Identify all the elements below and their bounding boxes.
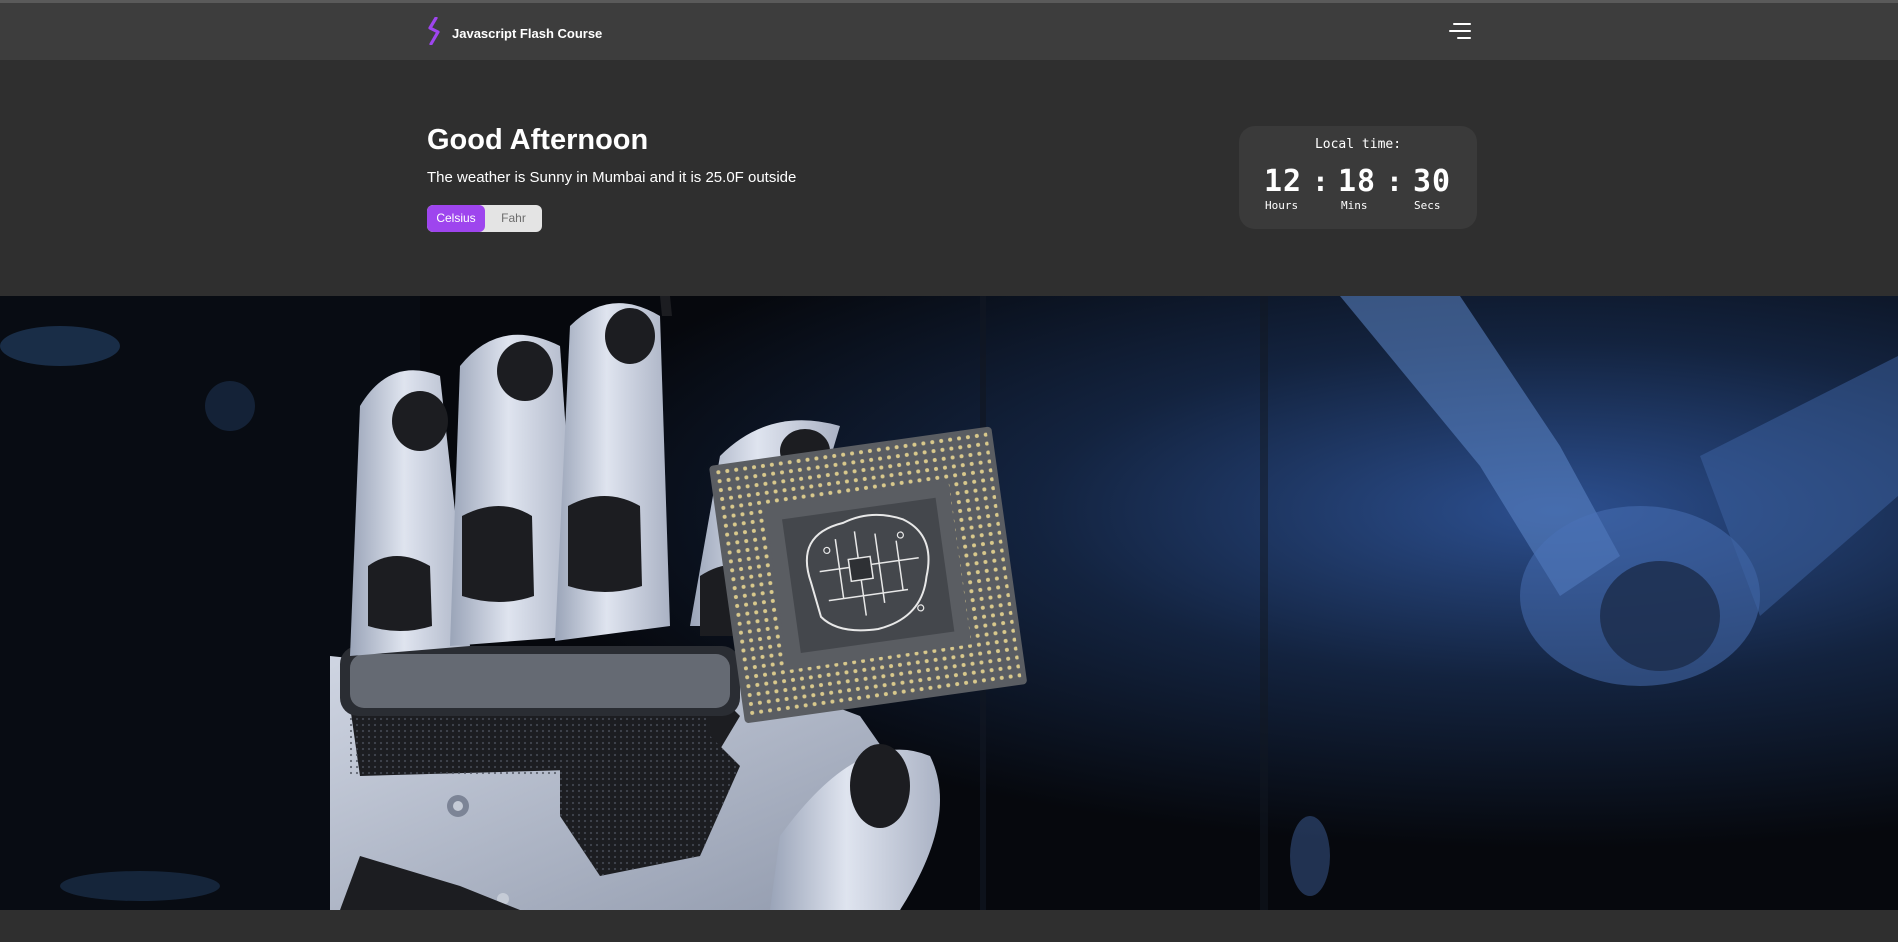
temperature-unit-toggle[interactable]: Celsius Fahr <box>427 205 542 232</box>
clock-minutes-label: Mins <box>1341 199 1368 212</box>
hamburger-menu-icon <box>1453 23 1471 25</box>
clock-minutes: 18 <box>1338 164 1377 199</box>
fahrenheit-button[interactable]: Fahr <box>485 205 542 232</box>
brand-name: Javascript Flash Course <box>452 25 603 41</box>
footer-strip <box>0 910 1898 942</box>
clock-title: Local time: <box>1314 137 1402 152</box>
clock-hours: 12 <box>1264 164 1303 199</box>
clock-hours-label: Hours <box>1265 199 1299 212</box>
greeting-heading: Good Afternoon <box>427 124 649 156</box>
clock-seconds-label: Secs <box>1414 199 1441 212</box>
hero-banner-image <box>0 296 1898 910</box>
clock-separator: : <box>1386 165 1403 198</box>
menu-button[interactable] <box>1447 21 1471 43</box>
clock-seconds: 30 <box>1413 164 1452 199</box>
hero-section <box>0 60 1898 296</box>
brand[interactable]: Javascript Flash Course <box>427 15 603 50</box>
weather-text: The weather is Sunny in Mumbai and it is… <box>427 169 797 186</box>
lightning-bolt-icon <box>427 15 444 50</box>
navbar: Javascript Flash Course <box>0 3 1898 60</box>
celsius-button[interactable]: Celsius <box>427 205 485 232</box>
local-time-card: Local time: 12 : 18 : 30 Hours Mins Secs <box>1239 126 1477 229</box>
clock-separator: : <box>1312 165 1329 198</box>
